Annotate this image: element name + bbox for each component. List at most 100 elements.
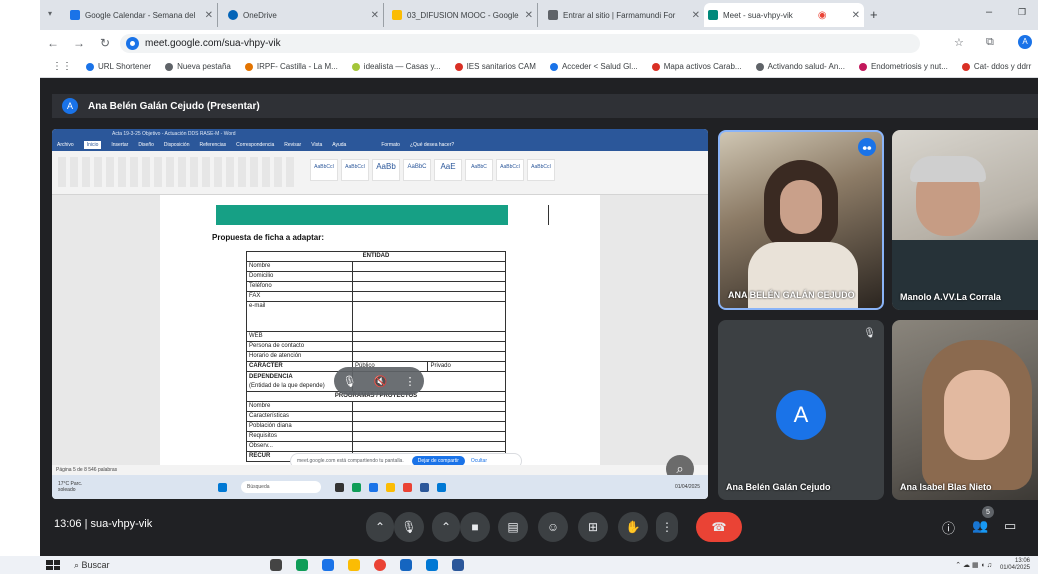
style-item[interactable]: AaBbCcI [341,159,369,181]
folder-icon[interactable] [347,559,360,571]
present-icon[interactable]: ⊞ [578,512,608,542]
word-tab[interactable]: Correspondencia [236,142,274,148]
info-icon[interactable]: ⓘ [942,518,955,537]
bookmark-item[interactable]: Cat- ddos y ddrr [961,62,1031,71]
word-tab[interactable]: Referencias [199,142,226,148]
bookmark-item[interactable]: idealista — Casas y... [351,62,441,71]
participant-tile[interactable]: Ana Isabel Blas Nieto [892,320,1038,500]
mic-icon[interactable]: 🎙 [394,512,424,542]
word-tab[interactable]: Ayuda [332,142,346,148]
chrome-icon[interactable] [373,559,386,571]
word-title: Acta 19-3-25 Objetivo - Actuación DDS RA… [112,131,236,137]
people-icon[interactable]: 👥 [972,518,988,534]
apps-grid-icon[interactable]: ⋮⋮ [52,61,72,72]
bookmark-item[interactable]: Nueva pestaña [165,62,231,71]
more-options-icon[interactable]: ⋮ [656,512,678,542]
tab-onedrive[interactable]: OneDrive ✕ [224,3,384,27]
close-icon[interactable]: ✕ [846,10,860,21]
edge-icon[interactable] [295,559,308,571]
maximize-icon[interactable]: ❐ [1018,7,1026,18]
mic-options-chevron-icon[interactable]: ⌃ [366,512,394,542]
emoji-icon[interactable]: ☺ [538,512,568,542]
volume-off-icon[interactable]: 🔇 [374,375,388,388]
word-tab[interactable]: Formato [381,142,400,148]
ribbon-tools[interactable] [58,157,298,187]
style-item[interactable]: AaE [434,159,462,181]
tab-label: Entrar al sitio | Farmamundi For [563,10,676,20]
word-tab[interactable]: Disposición [164,142,190,148]
style-item[interactable]: AaBbCcI [527,159,555,181]
people-count-badge: 5 [982,506,994,518]
app-icon [352,482,361,492]
tab-label: Meet - sua-vhpy-vik [723,10,793,20]
hide-banner-button[interactable]: Ocultar [471,458,487,464]
word-icon[interactable] [451,559,464,571]
system-tray: ⌃ ☁ ▦ ◖ ♫ 13:06 01/04/2025 [955,556,1030,574]
word-tab[interactable]: Revisar [284,142,301,148]
windows-start-icon[interactable] [46,560,60,570]
bookmark-item[interactable]: IES sanitarios CAM [454,62,536,71]
participant-tile[interactable]: ⦁⦁ ANA BELÉN GALÁN CEJUDO [718,130,884,310]
word-ribbon: AaBbCcI AaBbCcI AaBb AaBbC AaE AaBbC AaB… [52,151,708,195]
profile-avatar[interactable]: A [1018,35,1032,49]
participant-tile[interactable]: 🎙 A Ana Belén Galán Cejudo [718,320,884,500]
bookmark-item[interactable]: Mapa activos Carab... [651,62,742,71]
style-item[interactable]: AaBbC [465,159,493,181]
style-item[interactable]: AaBb [372,159,400,181]
table-cell: Nombre [246,401,353,412]
tab-google-drive[interactable]: 03_DIFUSION MOOC - Google ✕ [388,3,538,27]
taskview-icon[interactable] [269,559,282,571]
bookmark-item[interactable]: Endometriosis y nut... [858,62,948,71]
close-icon[interactable]: ✕ [519,10,533,21]
bookmark-item[interactable]: IRPF- Castilla - La M... [244,62,338,71]
site-info-icon[interactable] [126,37,139,50]
bookmark-star-icon[interactable]: ☆ [954,36,964,49]
camera-options-chevron-icon[interactable]: ⌃ [432,512,460,542]
end-call-button[interactable]: ☎ [696,512,742,542]
word-tab[interactable]: Insertar [111,142,128,148]
forward-icon[interactable]: → [66,36,92,50]
style-item[interactable]: AaBbCcI [496,159,524,181]
url-field[interactable]: meet.google.com/sua-vhpy-vik [120,34,920,53]
word-tab[interactable]: Vista [311,142,322,148]
close-icon[interactable]: ✕ [686,10,700,21]
tab-farmamundi[interactable]: Entrar al sitio | Farmamundi For ✕ [544,3,704,27]
back-icon[interactable]: ← [40,36,66,50]
outlook-icon[interactable] [425,559,438,571]
raise-hand-icon[interactable]: ✋ [618,512,648,542]
captions-icon[interactable]: ▤ [498,512,528,542]
bookmark-icon [244,62,253,71]
bookmark-item[interactable]: URL Shortener [86,62,151,71]
bookmarks-bar: ⋮⋮ URL Shortener Nueva pestaña IRPF- Cas… [40,56,1038,78]
participant-tile[interactable]: Manolo A.VV.La Corrala [892,130,1038,310]
word-tab[interactable]: Diseño [138,142,154,148]
camera-icon[interactable]: ■ [460,512,490,542]
taskbar-clock[interactable]: 13:06 01/04/2025 [1000,558,1030,572]
mic-off-icon[interactable]: 🎙 [343,375,357,388]
bookmark-item[interactable]: Activando salud- An... [755,62,845,71]
word-tab-active[interactable]: Inicio [83,141,102,149]
app-icon[interactable] [399,559,412,571]
tab-google-calendar[interactable]: Google Calendar - Semana del ✕ [66,3,218,27]
chat-icon[interactable]: ▭ [1004,518,1016,534]
taskbar-search[interactable]: ⌕ Buscar [74,560,110,571]
reload-icon[interactable]: ↻ [92,36,118,50]
word-tab[interactable]: Archivo [57,142,74,148]
tab-search-icon[interactable]: ▾ [48,9,52,18]
bookmark-label: IRPF- Castilla - La M... [256,62,338,71]
app-icon[interactable] [321,559,334,571]
bookmark-icon [86,62,94,71]
extensions-icon[interactable]: ⧉ [986,36,994,49]
more-icon[interactable]: ⋮ [404,375,415,388]
new-tab-icon[interactable]: + [870,7,878,22]
close-icon[interactable]: ✕ [365,10,379,21]
tab-meet[interactable]: Meet - sua-vhpy-vik ◉ ✕ [704,3,864,27]
style-item[interactable]: AaBbC [403,159,431,181]
bookmark-icon [454,62,463,71]
style-item[interactable]: AaBbCcI [310,159,338,181]
tray-icons[interactable]: ⌃ ☁ ▦ ◖ ♫ [955,561,992,569]
word-tellme[interactable]: ¿Qué desea hacer? [410,142,454,148]
bookmark-item[interactable]: Acceder < Salud Gl... [549,62,638,71]
close-icon[interactable]: ✕ [199,10,213,21]
minimize-icon[interactable]: – [986,6,992,18]
